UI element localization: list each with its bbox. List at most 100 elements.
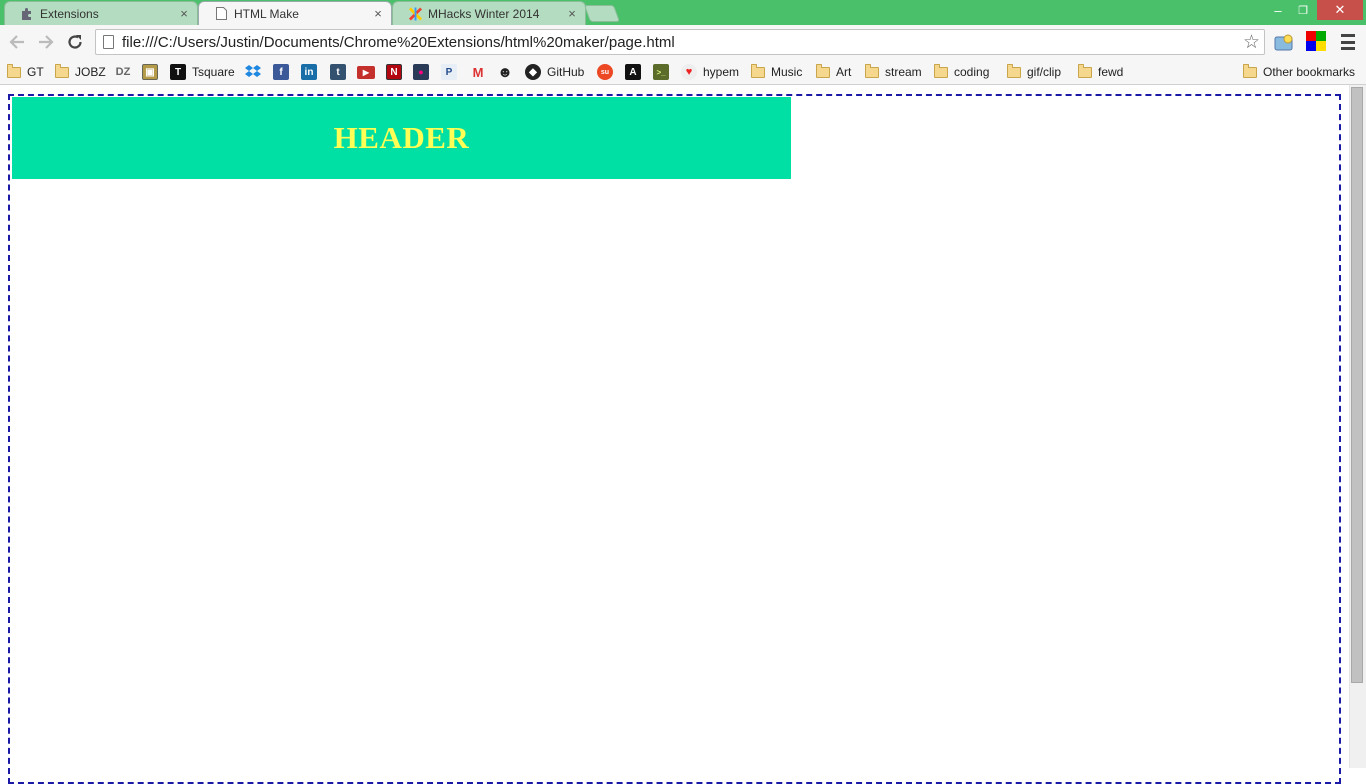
bookmark-flickr[interactable]: ●: [413, 63, 435, 81]
bookmark-music[interactable]: Music: [751, 63, 802, 81]
facebook-icon: f: [273, 64, 289, 80]
tab-mhacks[interactable]: MHacks Winter 2014 ×: [392, 1, 586, 25]
tab-label: HTML Make: [234, 6, 299, 21]
folder-icon: [7, 63, 21, 78]
tab-close-icon[interactable]: ×: [565, 6, 579, 21]
minimize-button[interactable]: –: [1267, 0, 1289, 20]
bookmark-label: Other bookmarks: [1263, 65, 1356, 79]
bookmark-fewd[interactable]: fewd: [1078, 63, 1123, 81]
linkedin-icon: in: [301, 64, 317, 80]
scrollbar-thumb[interactable]: [1351, 87, 1363, 683]
folder-icon: [865, 63, 879, 78]
page-header[interactable]: HEADER: [12, 97, 791, 179]
tab-close-icon[interactable]: ×: [371, 6, 385, 21]
header-text: HEADER: [333, 119, 470, 155]
tab-html-make[interactable]: HTML Make ×: [198, 1, 392, 25]
folder-icon: [751, 63, 765, 78]
bookmark-linkedin[interactable]: in: [301, 63, 323, 81]
reddit-icon: ☻: [497, 63, 513, 81]
gmail-icon: M: [472, 64, 484, 80]
bookmark-label: Music: [771, 65, 803, 79]
folder-icon: [934, 63, 948, 78]
bookmark-tumblr[interactable]: t: [330, 63, 352, 81]
tab-close-icon[interactable]: ×: [177, 6, 191, 21]
dz-icon: DZ: [115, 66, 131, 78]
bookmark-star-icon[interactable]: ☆: [1243, 31, 1260, 54]
tsquare-icon: T: [170, 64, 186, 80]
forward-button[interactable]: [36, 32, 56, 52]
page-canvas: [8, 94, 1341, 784]
page-viewport: HEADER: [0, 85, 1366, 784]
bookmark-facebook[interactable]: f: [273, 63, 295, 81]
stumbleupon-icon: su: [597, 64, 613, 80]
bookmark-label: Art: [836, 65, 852, 79]
bookmark-label: coding: [954, 65, 990, 79]
reload-icon: [68, 35, 82, 49]
close-window-button[interactable]: ✕: [1317, 0, 1363, 20]
dropbox-icon: [245, 64, 261, 80]
extension-folder-icon[interactable]: [1274, 33, 1294, 53]
bookmark-youtube[interactable]: ▶: [357, 63, 381, 81]
bookmark-hypem[interactable]: ♥ hypem: [681, 63, 739, 81]
terminal-icon: >_: [653, 64, 669, 80]
bookmark-a[interactable]: A: [625, 63, 647, 81]
other-bookmarks[interactable]: Other bookmarks: [1243, 63, 1355, 81]
page-icon: [103, 35, 114, 49]
page-icon: [215, 7, 228, 20]
bookmark-label: stream: [885, 65, 922, 79]
bookmark-dz[interactable]: DZ: [114, 63, 138, 81]
title-bar: Extensions × HTML Make × MHacks Winter 2…: [0, 0, 1366, 25]
flickr-icon: ●: [413, 64, 429, 80]
url-text: file:///C:/Users/Justin/Documents/Chrome…: [122, 33, 675, 51]
bookmark-terminal[interactable]: >_: [653, 63, 675, 81]
bookmark-label: JOBZ: [75, 65, 106, 79]
bookmark-label: gif/clip: [1027, 65, 1062, 79]
folder-icon: [1078, 63, 1092, 78]
a-icon: A: [625, 64, 641, 80]
bookmark-gt[interactable]: GT: [7, 63, 44, 81]
bookmark-label: GT: [27, 65, 44, 79]
bookmark-art[interactable]: Art: [816, 63, 851, 81]
gt-crest-icon: ▣: [142, 64, 158, 80]
github-icon: ◆: [525, 64, 541, 80]
folder-icon: [55, 63, 69, 78]
bookmark-netflix[interactable]: N: [386, 63, 408, 81]
netflix-icon: N: [386, 64, 402, 80]
bookmark-reddit[interactable]: ☻: [497, 63, 519, 81]
bookmark-gmail[interactable]: M: [470, 63, 492, 81]
bookmark-stumbleupon[interactable]: su: [597, 63, 619, 81]
color-picker-extension-icon[interactable]: [1306, 31, 1326, 51]
toolbar: file:///C:/Users/Justin/Documents/Chrome…: [0, 25, 1366, 59]
back-arrow-icon: [9, 35, 24, 49]
puzzle-icon: [21, 7, 34, 20]
chrome-menu-icon[interactable]: [1341, 34, 1355, 50]
bookmark-tsquare[interactable]: T Tsquare: [170, 63, 235, 81]
bookmarks-bar: GT JOBZ DZ ▣ T Tsquare f in t ▶ N ● P M ☻…: [0, 59, 1366, 85]
tab-extensions[interactable]: Extensions ×: [4, 1, 198, 25]
tab-label: Extensions: [40, 6, 99, 21]
youtube-icon: ▶: [357, 65, 375, 79]
bookmark-label: fewd: [1098, 65, 1124, 79]
new-tab-button[interactable]: [583, 5, 621, 22]
bookmark-github[interactable]: ◆ GitHub: [525, 63, 584, 81]
forward-arrow-icon: [39, 35, 54, 49]
pandora-icon: P: [441, 64, 457, 80]
restore-button[interactable]: ❐: [1292, 0, 1314, 20]
back-button[interactable]: [7, 32, 27, 52]
bookmark-stream[interactable]: stream: [865, 63, 922, 81]
folder-icon: [1007, 63, 1021, 78]
mhacks-icon: [409, 6, 422, 21]
hypem-icon: ♥: [681, 64, 697, 80]
bookmark-dropbox[interactable]: [245, 63, 267, 81]
bookmark-label: hypem: [703, 65, 740, 79]
tumblr-icon: t: [330, 64, 346, 80]
folder-icon: [1243, 63, 1257, 78]
bookmark-gif-clip[interactable]: gif/clip: [1007, 63, 1061, 81]
bookmark-label: Tsquare: [192, 65, 235, 79]
address-bar[interactable]: file:///C:/Users/Justin/Documents/Chrome…: [95, 29, 1265, 55]
bookmark-jobz[interactable]: JOBZ: [55, 63, 106, 81]
bookmark-gt-crest[interactable]: ▣: [142, 63, 164, 81]
reload-button[interactable]: [65, 32, 85, 52]
bookmark-coding[interactable]: coding: [934, 63, 989, 81]
bookmark-pandora[interactable]: P: [441, 63, 463, 81]
